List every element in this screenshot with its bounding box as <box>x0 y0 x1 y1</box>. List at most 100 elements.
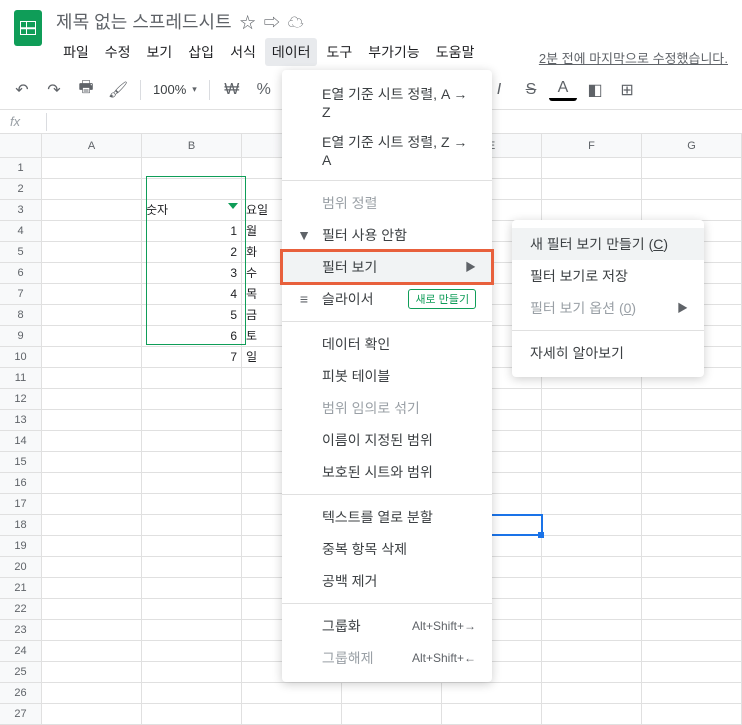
filter-indicator-icon[interactable] <box>228 203 238 209</box>
menu-tools[interactable]: 도구 <box>319 38 359 66</box>
redo-button[interactable]: ↷ <box>40 76 68 104</box>
cell-g19[interactable] <box>642 536 742 556</box>
cell-b26[interactable] <box>142 683 242 703</box>
menu-data-validation[interactable]: 데이터 확인 <box>282 328 492 360</box>
cell-b24[interactable] <box>142 641 242 661</box>
star-icon[interactable]: ☆ <box>240 9 256 33</box>
cell-g18[interactable] <box>642 515 742 535</box>
cell-g15[interactable] <box>642 452 742 472</box>
cell-a10[interactable] <box>42 347 142 367</box>
cell-a21[interactable] <box>42 578 142 598</box>
menu-pivot-table[interactable]: 피봇 테이블 <box>282 360 492 392</box>
cell-b8[interactable]: 5 <box>142 305 242 325</box>
cell-b27[interactable] <box>142 704 242 724</box>
cell-e27[interactable] <box>442 704 542 724</box>
row-header[interactable]: 25 <box>0 662 42 682</box>
row-header[interactable]: 13 <box>0 410 42 430</box>
cell-b19[interactable] <box>142 536 242 556</box>
cell-g23[interactable] <box>642 620 742 640</box>
cell-g24[interactable] <box>642 641 742 661</box>
cell-e26[interactable] <box>442 683 542 703</box>
cell-b5[interactable]: 2 <box>142 242 242 262</box>
submenu-new-filter-view[interactable]: 새 필터 보기 만들기 (C) <box>512 228 704 260</box>
cell-f27[interactable] <box>542 704 642 724</box>
cell-f24[interactable] <box>542 641 642 661</box>
menu-addons[interactable]: 부가기능 <box>361 38 427 66</box>
cell-g17[interactable] <box>642 494 742 514</box>
row-header[interactable]: 8 <box>0 305 42 325</box>
menu-trim-whitespace[interactable]: 공백 제거 <box>282 565 492 597</box>
row-header[interactable]: 7 <box>0 284 42 304</box>
cell-f17[interactable] <box>542 494 642 514</box>
cell-g16[interactable] <box>642 473 742 493</box>
cell-a7[interactable] <box>42 284 142 304</box>
zoom-select[interactable]: 100% <box>149 82 201 97</box>
cell-f1[interactable] <box>542 158 642 178</box>
select-all-corner[interactable] <box>0 134 42 157</box>
menu-insert[interactable]: 삽입 <box>181 38 221 66</box>
row-header[interactable]: 17 <box>0 494 42 514</box>
cell-a22[interactable] <box>42 599 142 619</box>
cell-b10[interactable]: 7 <box>142 347 242 367</box>
cell-g13[interactable] <box>642 410 742 430</box>
cell-a15[interactable] <box>42 452 142 472</box>
cell-f3[interactable] <box>542 200 642 220</box>
row-header[interactable]: 9 <box>0 326 42 346</box>
row-header[interactable]: 24 <box>0 641 42 661</box>
row-header[interactable]: 20 <box>0 557 42 577</box>
text-color-button[interactable]: A <box>549 79 577 101</box>
cell-b17[interactable] <box>142 494 242 514</box>
menu-filter-views[interactable]: 필터 보기▶ <box>282 251 492 283</box>
cell-a24[interactable] <box>42 641 142 661</box>
cloud-icon[interactable]: ☁ <box>288 9 304 33</box>
menu-slicer[interactable]: ≡슬라이서새로 만들기 <box>282 283 492 315</box>
cell-g2[interactable] <box>642 179 742 199</box>
currency-button[interactable]: ₩ <box>218 76 246 104</box>
cell-f18[interactable] <box>542 515 642 535</box>
row-header[interactable]: 14 <box>0 431 42 451</box>
row-header[interactable]: 19 <box>0 536 42 556</box>
cell-b3[interactable]: 숫자 <box>142 200 242 220</box>
fill-color-button[interactable]: ◧ <box>581 76 609 104</box>
cell-g14[interactable] <box>642 431 742 451</box>
cell-a20[interactable] <box>42 557 142 577</box>
menu-named-ranges[interactable]: 이름이 지정된 범위 <box>282 424 492 456</box>
cell-b18[interactable] <box>142 515 242 535</box>
row-header[interactable]: 2 <box>0 179 42 199</box>
cell-a27[interactable] <box>42 704 142 724</box>
row-header[interactable]: 15 <box>0 452 42 472</box>
cell-a26[interactable] <box>42 683 142 703</box>
row-header[interactable]: 12 <box>0 389 42 409</box>
cell-a14[interactable] <box>42 431 142 451</box>
cell-a13[interactable] <box>42 410 142 430</box>
cell-d26[interactable] <box>342 683 442 703</box>
cell-a11[interactable] <box>42 368 142 388</box>
menu-format[interactable]: 서식 <box>223 38 263 66</box>
cell-f25[interactable] <box>542 662 642 682</box>
menu-sort-za[interactable]: E열 기준 시트 정렬, Z → A <box>282 126 492 174</box>
cell-g27[interactable] <box>642 704 742 724</box>
cell-b15[interactable] <box>142 452 242 472</box>
row-header[interactable]: 21 <box>0 578 42 598</box>
cell-b23[interactable] <box>142 620 242 640</box>
row-header[interactable]: 10 <box>0 347 42 367</box>
row-header[interactable]: 3 <box>0 200 42 220</box>
cell-f16[interactable] <box>542 473 642 493</box>
row-header[interactable]: 6 <box>0 263 42 283</box>
cell-d27[interactable] <box>342 704 442 724</box>
cell-b2[interactable] <box>142 179 242 199</box>
cell-f15[interactable] <box>542 452 642 472</box>
cell-a6[interactable] <box>42 263 142 283</box>
menu-help[interactable]: 도움말 <box>429 38 482 66</box>
percent-button[interactable]: % <box>250 76 278 104</box>
last-edit-link[interactable]: 2분 전에 마지막으로 수정했습니다. <box>539 48 728 67</box>
cell-a23[interactable] <box>42 620 142 640</box>
col-header-a[interactable]: A <box>42 134 142 157</box>
col-header-b[interactable]: B <box>142 134 242 157</box>
row-header[interactable]: 5 <box>0 242 42 262</box>
cell-g26[interactable] <box>642 683 742 703</box>
row-header[interactable]: 23 <box>0 620 42 640</box>
cell-b7[interactable]: 4 <box>142 284 242 304</box>
menu-file[interactable]: 파일 <box>56 38 96 66</box>
submenu-learn-more[interactable]: 자세히 알아보기 <box>512 337 704 369</box>
